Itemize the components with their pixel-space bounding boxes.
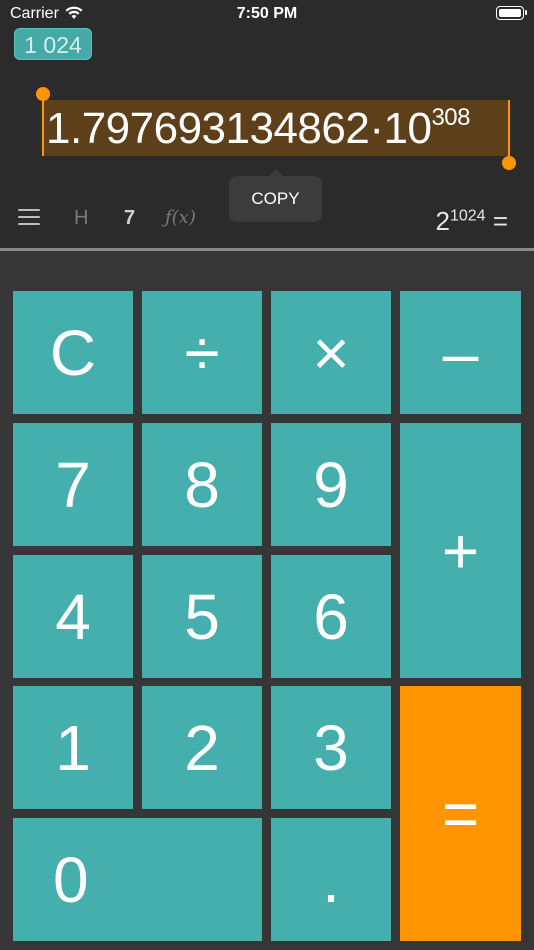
key-7[interactable]: 7 [13,423,133,546]
key-clear[interactable]: C [13,291,133,414]
selection-end-line [508,100,510,162]
key-8[interactable]: 8 [142,423,262,546]
key-0[interactable]: 0 [13,818,262,941]
key-equals[interactable]: = [400,686,521,941]
result-exponent: 308 [431,104,470,132]
key-9[interactable]: 9 [271,423,391,546]
key-multiply[interactable]: × [271,291,391,414]
key-5[interactable]: 5 [142,555,262,678]
selection-end-handle[interactable] [502,156,516,170]
key-minus[interactable]: – [400,291,521,414]
expression-base: 2 [435,206,450,236]
status-time: 7:50 PM [236,5,298,22]
calculator-screen: Carrier 7:50 PM 1 024 1.797693134862·103… [0,0,534,950]
key-6[interactable]: 6 [271,555,391,678]
expression-exponent: 1024 [449,207,486,225]
key-decimal[interactable]: . [271,818,391,941]
result-display[interactable]: 1.797693134862·10308 [46,104,470,154]
battery-icon [496,6,527,20]
history-button[interactable]: H [74,207,88,230]
key-3[interactable]: 3 [271,686,391,809]
key-divide[interactable]: ÷ [142,291,262,414]
status-bar: Carrier 7:50 PM [0,0,534,30]
expression-display: 21024 = [436,206,508,237]
key-4[interactable]: 4 [13,555,133,678]
hamburger-menu-icon[interactable] [18,209,40,227]
key-1[interactable]: 1 [13,686,133,809]
copy-button[interactable]: COPY [229,169,322,222]
selection-start-line [42,96,44,156]
functions-button[interactable]: ƒ(x) [165,207,196,228]
keypad: C ÷ × – 7 8 9 + 4 5 6 1 2 3 = 0 . [0,251,534,950]
memory-value-chip[interactable]: 1 024 [14,28,92,60]
key-2[interactable]: 2 [142,686,262,809]
precision-button[interactable]: 7 [124,207,135,230]
result-mantissa: 1.797693134862·10 [46,104,432,153]
key-plus[interactable]: + [400,423,521,678]
expression-equals: = [492,206,508,236]
